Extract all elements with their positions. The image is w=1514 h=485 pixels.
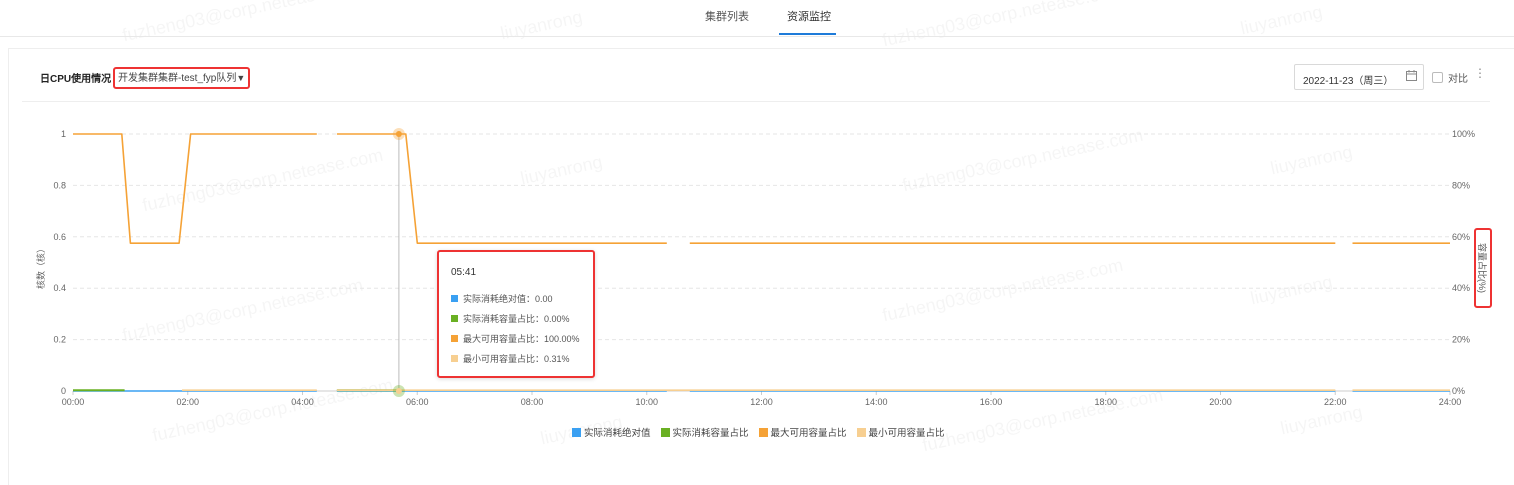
legend-swatch [660,427,670,437]
y-tick-label: 0.4 [53,283,66,293]
y-tick-label: 0.2 [53,335,66,345]
series-line [73,133,317,244]
x-tick-label: 16:00 [980,397,1003,407]
tooltip-row-label: 实际消耗容量占比： [463,314,545,324]
legend-item-min-pct[interactable]: 最小可用容量占比 [856,425,945,439]
legend-label: 最大可用容量占比 [770,428,847,439]
y2-tick-label: 100% [1452,129,1475,139]
tooltip-row-value: 0.00% [544,313,570,324]
y2-tick-label: 0% [1452,386,1465,396]
tooltip-row-label: 最大可用容量占比： [463,334,545,344]
tooltip-swatch [451,355,458,362]
right-axis-label-highlight [1474,228,1492,308]
legend-item-abs[interactable]: 实际消耗绝对值 [572,425,651,439]
tooltip-row-value: 0.31% [544,353,570,364]
x-tick-label: 14:00 [865,397,888,407]
y2-tick-label: 80% [1452,180,1470,190]
legend-label: 实际消耗绝对值 [584,428,651,439]
y-tick-label: 0.6 [53,232,66,242]
x-tick-label: 12:00 [750,397,773,407]
tooltip-swatch [451,295,458,302]
tooltip-row-label: 最小可用容量占比： [463,354,545,364]
x-tick-label: 18:00 [1094,397,1117,407]
y2-tick-label: 60% [1452,232,1470,242]
legend-swatch [856,427,866,437]
tooltip-row: 最大可用容量占比： 100.00% [451,332,580,345]
x-tick-label: 22:00 [1324,397,1347,407]
tooltip-time: 05:41 [451,267,477,278]
x-tick-label: 06:00 [406,397,429,407]
legend-swatch [758,427,768,437]
y-tick-label: 0 [61,386,66,396]
tooltip-row-value: 100.00% [544,333,580,344]
y-tick-label: 1 [61,129,66,139]
y-tick-label: 0.8 [53,180,66,190]
tooltip-swatch [451,315,458,322]
legend-swatch [572,427,581,437]
tooltip-row-value: 0.00 [535,293,553,304]
legend-label: 实际消耗容量占比 [672,428,749,439]
series-line [336,133,667,244]
tooltip-swatch [451,335,458,342]
x-tick-label: 08:00 [521,397,544,407]
y-axis-title: 核数（核） [35,244,46,289]
tooltip-row: 实际消耗绝对值： 0.00 [451,292,553,305]
chart-legend: 实际消耗绝对值 实际消耗容量占比 最大可用容量占比 最小可用容量占比 [572,425,955,439]
chart-tooltip: 05:41 实际消耗绝对值： 0.00 实际消耗容量占比： 0.00% 最大可用容量… [437,250,595,378]
x-tick-label: 00:00 [62,397,85,407]
tooltip-row: 实际消耗容量占比： 0.00% [451,312,570,325]
y2-tick-label: 20% [1452,335,1470,345]
legend-item-used-pct[interactable]: 实际消耗容量占比 [660,425,749,439]
x-tick-label: 10:00 [635,397,658,407]
x-tick-label: 20:00 [1209,397,1232,407]
legend-item-max-pct[interactable]: 最大可用容量占比 [758,425,847,439]
hover-marker [395,388,402,394]
x-tick-label: 02:00 [176,397,199,407]
legend-label: 最小可用容量占比 [868,428,945,439]
tooltip-row-label: 实际消耗绝对值： [463,294,536,304]
x-tick-label: 24:00 [1439,397,1462,407]
hover-marker [395,131,402,137]
y2-tick-label: 40% [1452,283,1470,293]
cpu-usage-chart: 0 0.2 0.4 0.6 0.8 1 0% 20% 40% 60% 80% 100% 00:00 02:… [35,128,1488,407]
x-tick-label: 04:00 [291,397,314,407]
tooltip-row: 最小可用容量占比： 0.31% [451,352,570,365]
